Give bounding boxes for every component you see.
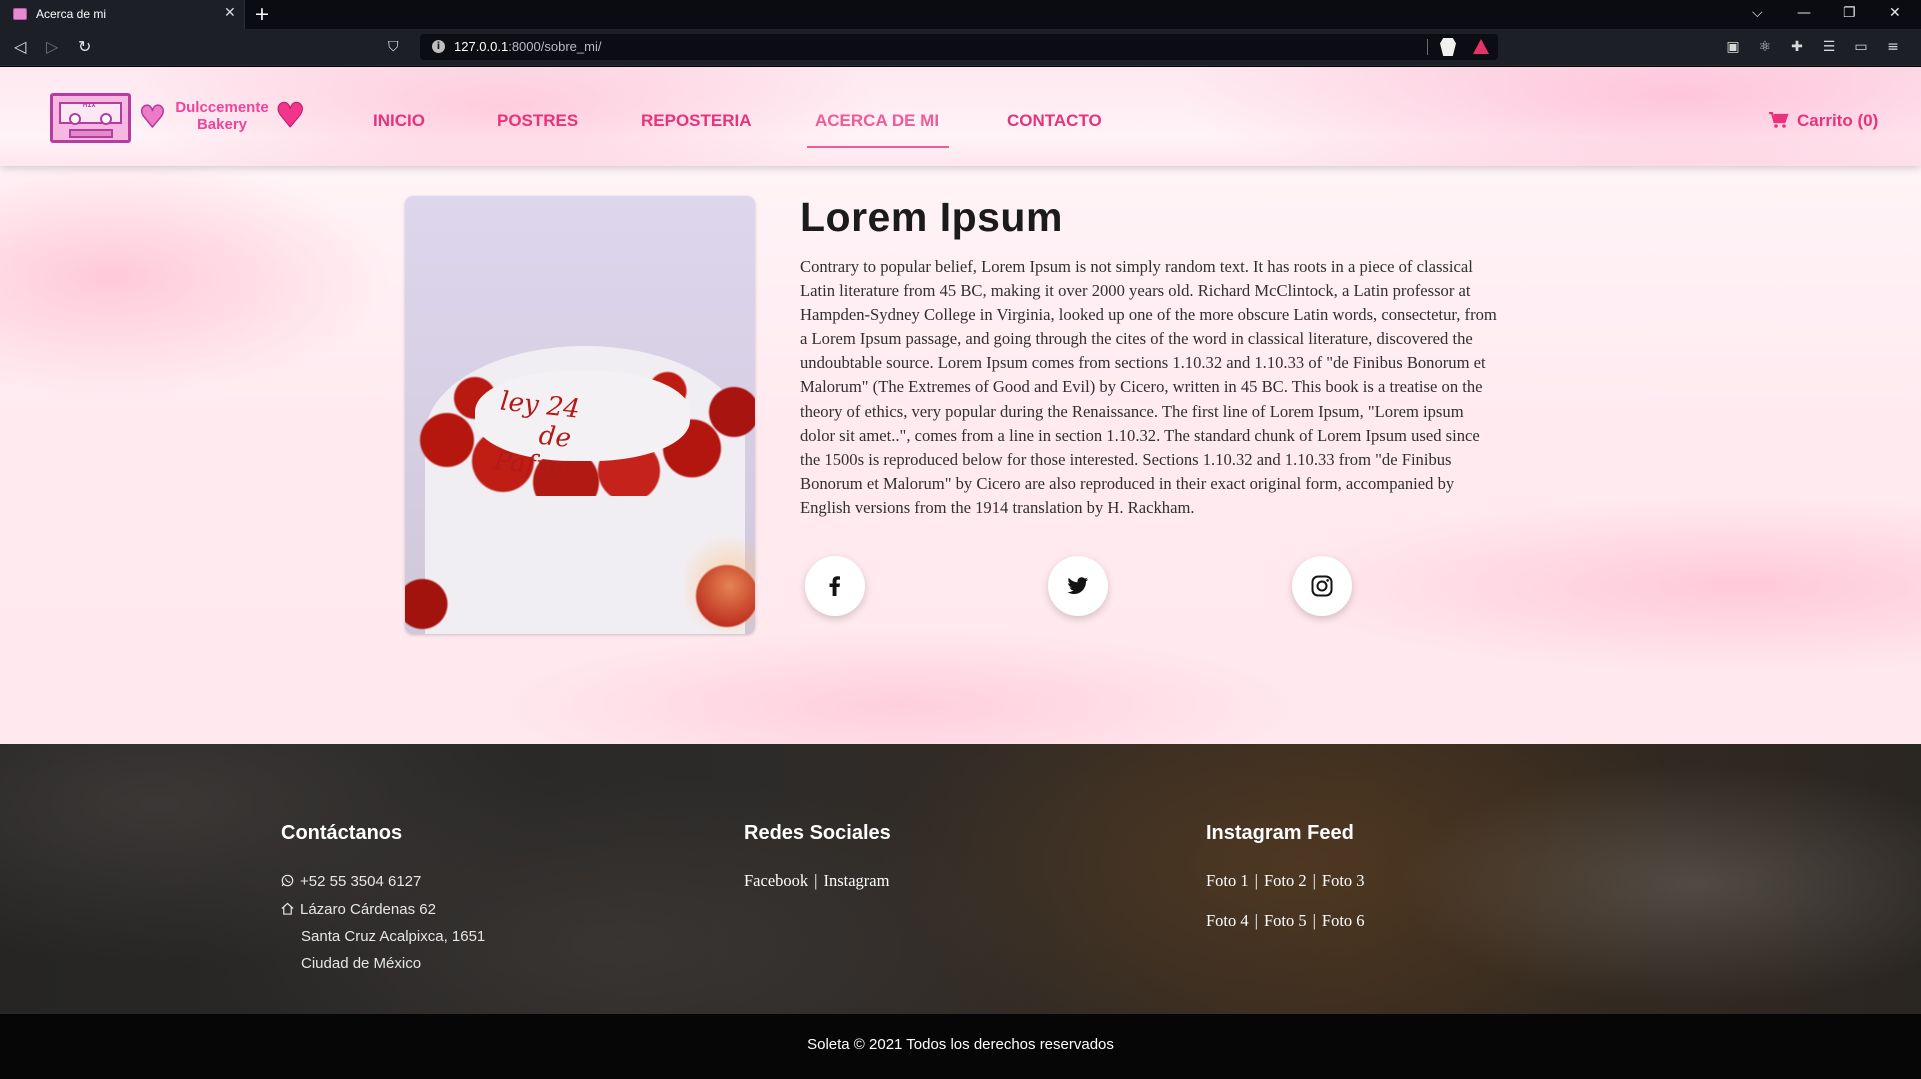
copyright-bar: Soleta © 2021 Todos los derechos reserva… bbox=[0, 1014, 1921, 1079]
home-icon bbox=[281, 902, 294, 915]
bookmark-icon[interactable]: ⛉ bbox=[388, 39, 399, 55]
footer-address-line2: Santa Cruz Acalpixca, 1651 bbox=[301, 928, 486, 945]
site-footer: Contáctanos +52 55 3504 6127 Lázaro Cárd… bbox=[0, 744, 1921, 1014]
shopping-cart-icon bbox=[1769, 112, 1789, 128]
instagram-photo-link[interactable]: Foto 5 bbox=[1264, 911, 1307, 930]
cassette-icon: MIX bbox=[50, 93, 131, 143]
facebook-button[interactable] bbox=[805, 556, 865, 616]
footer-phone[interactable]: +52 55 3504 6127 bbox=[281, 873, 421, 890]
instagram-feed-row-2: Foto 4 | Foto 5 | Foto 6 bbox=[1206, 911, 1365, 930]
footer-address-line3: Ciudad de México bbox=[301, 955, 422, 972]
footer-social-links: Facebook | Instagram bbox=[744, 871, 890, 890]
nav-contacto[interactable]: CONTACTO bbox=[1007, 111, 1102, 131]
nav-inicio[interactable]: INICIO bbox=[373, 111, 425, 131]
menu-icon[interactable]: ≡ bbox=[1885, 39, 1901, 55]
about-title: Lorem Ipsum bbox=[800, 194, 1063, 240]
restore-button[interactable]: ❐ bbox=[1843, 5, 1856, 21]
close-window-button[interactable]: ✕ bbox=[1889, 5, 1901, 21]
instagram-icon bbox=[1311, 575, 1333, 597]
tab-list-dropdown-icon[interactable]: ⌵ bbox=[1752, 5, 1763, 21]
react-devtools-icon[interactable]: ⚛ bbox=[1757, 39, 1773, 55]
playlist-icon[interactable]: ☰ bbox=[1821, 39, 1837, 55]
browser-tab-bar: Acerca de mi ✕ + ⌵ — ❐ ✕ bbox=[0, 0, 1921, 29]
instagram-button[interactable] bbox=[1292, 556, 1352, 616]
minimize-button[interactable]: — bbox=[1797, 5, 1811, 21]
about-paragraph: Contrary to popular belief, Lorem Ipsum … bbox=[800, 257, 1497, 517]
footer-instagram-link[interactable]: Instagram bbox=[823, 871, 889, 890]
heart-filled-icon: ♥ bbox=[274, 96, 306, 136]
site-favicon-icon bbox=[13, 8, 27, 20]
cake-writing: ley 24 de Pafuna bbox=[492, 386, 586, 486]
wallet-icon[interactable]: ▭ bbox=[1853, 39, 1869, 55]
site-info-icon[interactable]: i bbox=[432, 40, 445, 53]
reload-icon[interactable]: ↻ bbox=[78, 37, 91, 56]
instagram-photo-link[interactable]: Foto 2 bbox=[1264, 871, 1307, 890]
back-icon[interactable]: ◁ bbox=[14, 37, 26, 56]
about-section: ley 24 de Pafuna Lorem Ipsum Contrary to… bbox=[0, 166, 1921, 744]
browser-tab-active[interactable]: Acerca de mi ✕ bbox=[0, 0, 245, 29]
site-header: MIX ♥ Dulccemente Bakery ♥ INICIO POSTRE… bbox=[0, 67, 1921, 166]
page-viewport: MIX ♥ Dulccemente Bakery ♥ INICIO POSTRE… bbox=[0, 67, 1921, 1079]
url-text: 127.0.0.1:8000/sobre_mi/ bbox=[454, 39, 602, 54]
brave-rewards-icon[interactable] bbox=[1473, 39, 1489, 54]
nav-postres[interactable]: POSTRES bbox=[497, 111, 578, 131]
extension-icon[interactable]: ▣ bbox=[1725, 39, 1741, 55]
footer-social-heading: Redes Sociales bbox=[744, 822, 891, 844]
brave-shields-icon[interactable] bbox=[1440, 38, 1456, 56]
whatsapp-icon bbox=[281, 874, 294, 887]
nav-reposteria[interactable]: REPOSTERIA bbox=[641, 111, 752, 131]
site-logo[interactable]: MIX ♥ Dulccemente Bakery ♥ bbox=[50, 93, 308, 145]
tab-title: Acerca de mi bbox=[36, 7, 107, 21]
cart-link[interactable]: Carrito (0) bbox=[1769, 111, 1878, 131]
nav-acerca-de-mi[interactable]: ACERCA DE MI bbox=[815, 111, 939, 131]
footer-address: Lázaro Cárdenas 62 bbox=[281, 901, 436, 918]
tab-close-icon[interactable]: ✕ bbox=[224, 5, 236, 21]
new-tab-button[interactable]: + bbox=[254, 3, 270, 25]
instagram-photo-link[interactable]: Foto 4 bbox=[1206, 911, 1249, 930]
cake-photo: ley 24 de Pafuna bbox=[405, 196, 755, 634]
footer-facebook-link[interactable]: Facebook bbox=[744, 871, 808, 890]
logo-text: Dulccemente Bakery bbox=[175, 99, 269, 133]
twitter-button[interactable] bbox=[1048, 556, 1108, 616]
heart-outline-icon: ♥ bbox=[138, 100, 166, 135]
footer-instagram-heading: Instagram Feed bbox=[1206, 822, 1354, 844]
active-nav-underline bbox=[807, 146, 949, 148]
instagram-photo-link[interactable]: Foto 1 bbox=[1206, 871, 1249, 890]
forward-icon[interactable]: ▷ bbox=[46, 37, 58, 56]
instagram-feed-row-1: Foto 1 | Foto 2 | Foto 3 bbox=[1206, 871, 1365, 890]
facebook-icon bbox=[829, 576, 840, 596]
url-separator bbox=[1427, 39, 1428, 55]
footer-contact-heading: Contáctanos bbox=[281, 822, 403, 844]
instagram-photo-link[interactable]: Foto 6 bbox=[1322, 911, 1365, 930]
puzzle-icon[interactable]: ✚ bbox=[1789, 39, 1805, 55]
instagram-photo-link[interactable]: Foto 3 bbox=[1322, 871, 1365, 890]
browser-toolbar: ◁ ▷ ↻ ⛉ i 127.0.0.1:8000/sobre_mi/ ▣ ⚛ ✚… bbox=[0, 29, 1921, 66]
url-field[interactable]: i 127.0.0.1:8000/sobre_mi/ bbox=[420, 34, 1498, 60]
twitter-icon bbox=[1067, 577, 1089, 595]
